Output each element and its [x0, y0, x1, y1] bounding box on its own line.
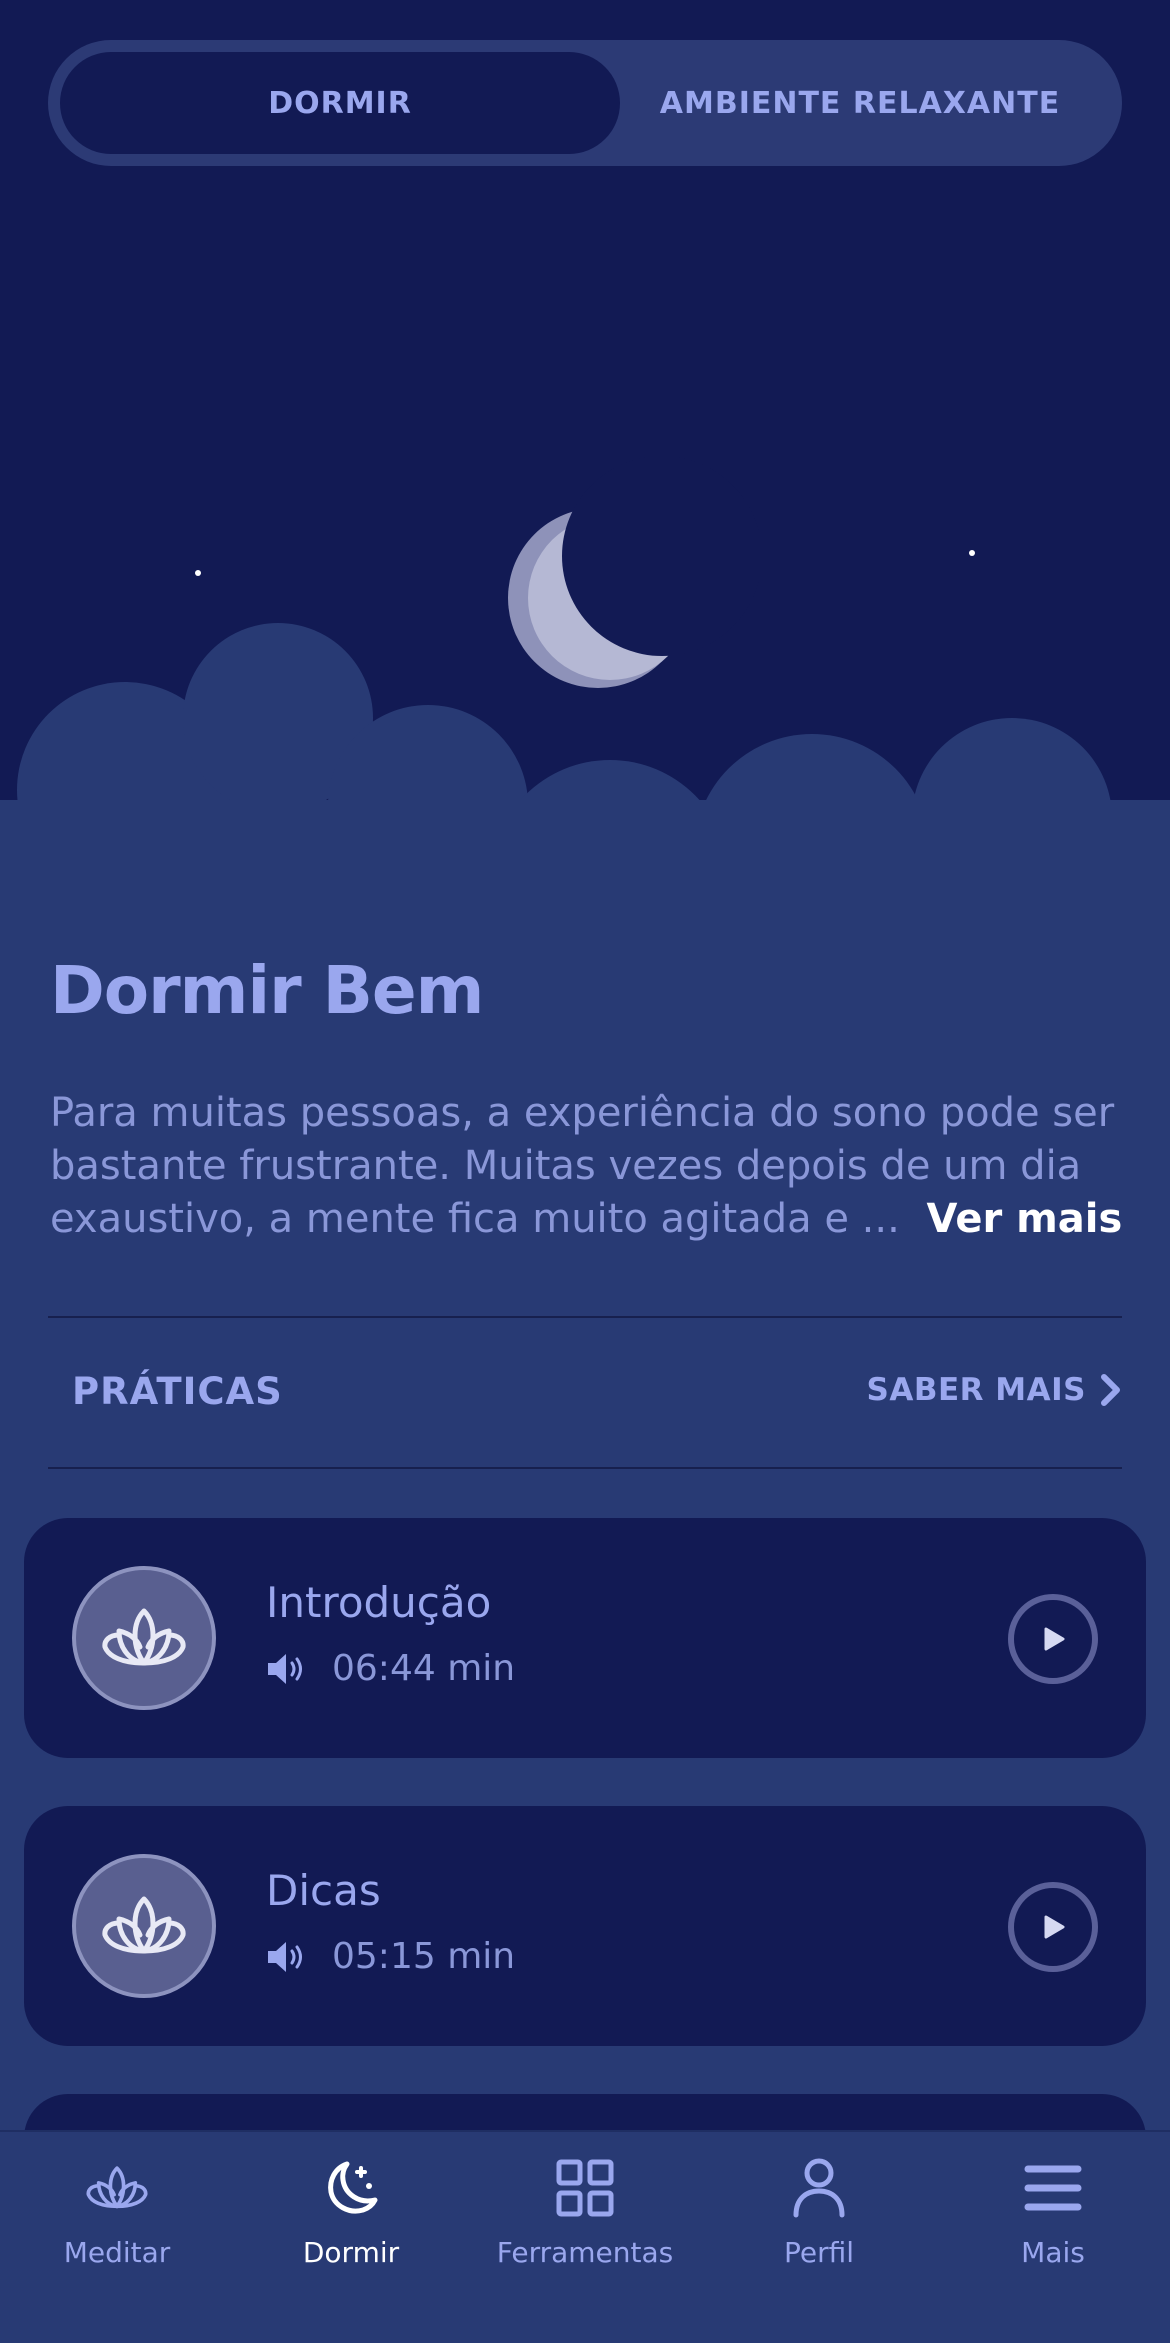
chevron-right-icon	[1101, 1374, 1120, 1406]
nav-label: Mais	[1021, 2236, 1085, 2269]
nav-item-meditar[interactable]: Meditar	[0, 2152, 234, 2292]
play-icon	[1044, 1915, 1065, 1939]
person-icon	[793, 2158, 845, 2218]
nav-icon-wrap	[792, 2152, 846, 2224]
hero-night-scene: DORMIR AMBIENTE RELAXANTE	[0, 0, 1170, 900]
practice-card[interactable]: Dicas 05:15 min	[24, 1806, 1146, 2046]
lotus-icon	[86, 2166, 148, 2209]
nav-item-dormir[interactable]: Dormir	[234, 2152, 468, 2292]
star-icon	[195, 570, 201, 576]
sleep-mode-toggle: DORMIR AMBIENTE RELAXANTE	[48, 40, 1122, 166]
practice-avatar	[72, 1854, 216, 1998]
nav-label: Dormir	[302, 2236, 400, 2269]
see-more-link[interactable]: Ver mais	[927, 1196, 1123, 1242]
page-title: Dormir Bem	[50, 952, 484, 1029]
nav-icon-wrap	[84, 2152, 150, 2224]
learn-more-link[interactable]: SABER MAIS	[867, 1372, 1123, 1408]
tab-ambiente-relaxante[interactable]: AMBIENTE RELAXANTE	[608, 52, 1112, 154]
nav-item-mais[interactable]: Mais	[936, 2152, 1170, 2292]
divider	[48, 1467, 1122, 1469]
lotus-icon	[102, 1896, 186, 1954]
nav-icon-wrap	[1023, 2152, 1083, 2224]
practice-avatar	[72, 1566, 216, 1710]
play-button[interactable]	[1008, 1594, 1098, 1684]
moon-icon	[328, 2161, 378, 2214]
nav-label: Ferramentas	[496, 2236, 674, 2269]
practice-meta: 05:15 min	[266, 1936, 515, 1977]
nav-item-ferramentas[interactable]: Ferramentas	[468, 2152, 702, 2292]
nav-label: Meditar	[63, 2236, 171, 2269]
menu-icon	[1024, 2165, 1082, 2211]
bottom-navigation: Meditar Dormir Ferramentas Perfil Mais	[0, 2130, 1170, 2343]
practice-title: Dicas	[266, 1866, 381, 1915]
grid-icon	[556, 2159, 614, 2217]
description-text: Para muitas pessoas, a experiência do so…	[50, 1087, 1130, 1246]
speaker-icon	[268, 1653, 302, 1684]
nav-icon-wrap	[321, 2152, 381, 2224]
practice-duration: 05:15 min	[332, 1936, 516, 1977]
play-icon	[1044, 1627, 1065, 1651]
lotus-icon	[102, 1608, 186, 1666]
practice-meta: 06:44 min	[266, 1648, 515, 1689]
nav-item-perfil[interactable]: Perfil	[702, 2152, 936, 2292]
divider	[48, 1316, 1122, 1318]
nav-label: Perfil	[783, 2236, 855, 2269]
practice-duration: 06:44 min	[332, 1648, 516, 1689]
star-icon	[969, 550, 975, 556]
practice-card[interactable]: Introdução 06:44 min	[24, 1518, 1146, 1758]
tab-dormir[interactable]: DORMIR	[60, 52, 620, 154]
nav-icon-wrap	[555, 2152, 615, 2224]
play-button[interactable]	[1008, 1882, 1098, 1972]
practice-title: Introdução	[266, 1578, 492, 1627]
sleep-screen: DORMIR AMBIENTE RELAXANTE Dormir Bem Par…	[0, 0, 1170, 2343]
learn-more-label: SABER MAIS	[866, 1372, 1086, 1408]
section-label-practices: PRÁTICAS	[72, 1370, 283, 1413]
speaker-icon	[268, 1941, 302, 1972]
